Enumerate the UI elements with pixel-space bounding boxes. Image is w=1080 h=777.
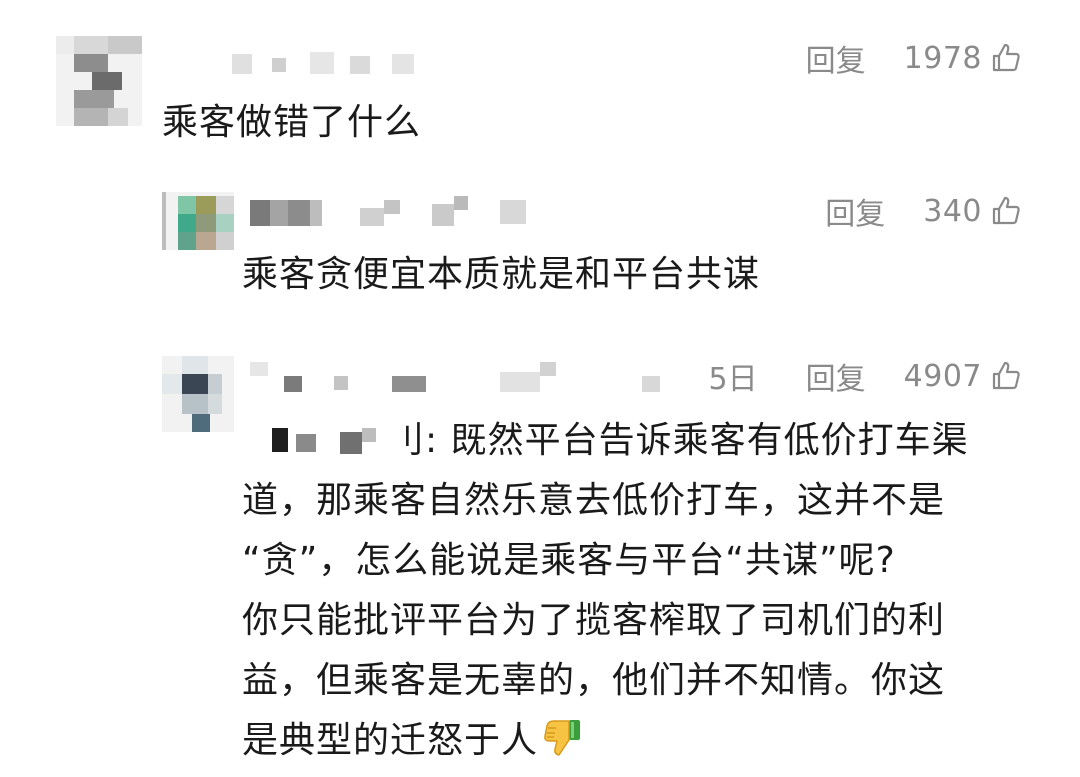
- avatar[interactable]: [162, 192, 234, 250]
- comment-line: “贪”，怎么能说是乘客与平台“共谋”呢?: [242, 540, 896, 581]
- reply-button[interactable]: 回复: [806, 354, 866, 398]
- thumbs-up-icon: [992, 43, 1020, 72]
- comment-line-last: 是典型的迁怒于人: [242, 716, 1032, 766]
- like-count: 340: [923, 193, 982, 229]
- like-button[interactable]: 4907: [904, 359, 1022, 394]
- reply-button[interactable]: 回复: [806, 36, 866, 80]
- thumbs-up-icon: [992, 361, 1020, 390]
- comment-text: 乘客贪便宜本质就是和平台共谋: [242, 254, 761, 295]
- comment-line: 益，但乘客是无辜的，他们并不知情。你这: [242, 660, 946, 701]
- username[interactable]: [232, 50, 432, 78]
- comment-line: 刂: 既然平台告诉乘客有低价打车渠: [388, 420, 969, 461]
- comment-line: 道，那乘客自然乐意去低价打车，这并不是: [242, 480, 946, 521]
- avatar[interactable]: [56, 36, 142, 126]
- comment-text: 乘客做错了什么: [162, 102, 422, 143]
- like-count: 4907: [903, 358, 982, 394]
- comment-line: 你只能批评平台为了揽客榨取了司机们的利: [242, 600, 946, 641]
- username[interactable]: [250, 362, 660, 394]
- comment-text: 刂: 既然平台告诉乘客有低价打车渠 道，那乘客自然乐意去低价打车，这并不是 “贪…: [242, 416, 1032, 766]
- like-button[interactable]: 1978: [904, 41, 1022, 76]
- thumbs-down-emoji-icon: [544, 720, 581, 756]
- like-count: 1978: [903, 40, 982, 76]
- like-button[interactable]: 340: [923, 194, 1022, 229]
- avatar[interactable]: [162, 356, 234, 432]
- comment-date: 5日: [708, 362, 758, 397]
- comment-meta: 5日 回复 4907: [708, 354, 1022, 398]
- username[interactable]: [250, 196, 540, 230]
- comment-line: 是典型的迁怒于人: [242, 720, 539, 761]
- reply-button[interactable]: 回复: [825, 189, 885, 233]
- comment-meta: 回复 1978: [806, 36, 1022, 80]
- comment-meta: 回复 340: [825, 189, 1022, 233]
- thumbs-up-icon: [992, 196, 1020, 225]
